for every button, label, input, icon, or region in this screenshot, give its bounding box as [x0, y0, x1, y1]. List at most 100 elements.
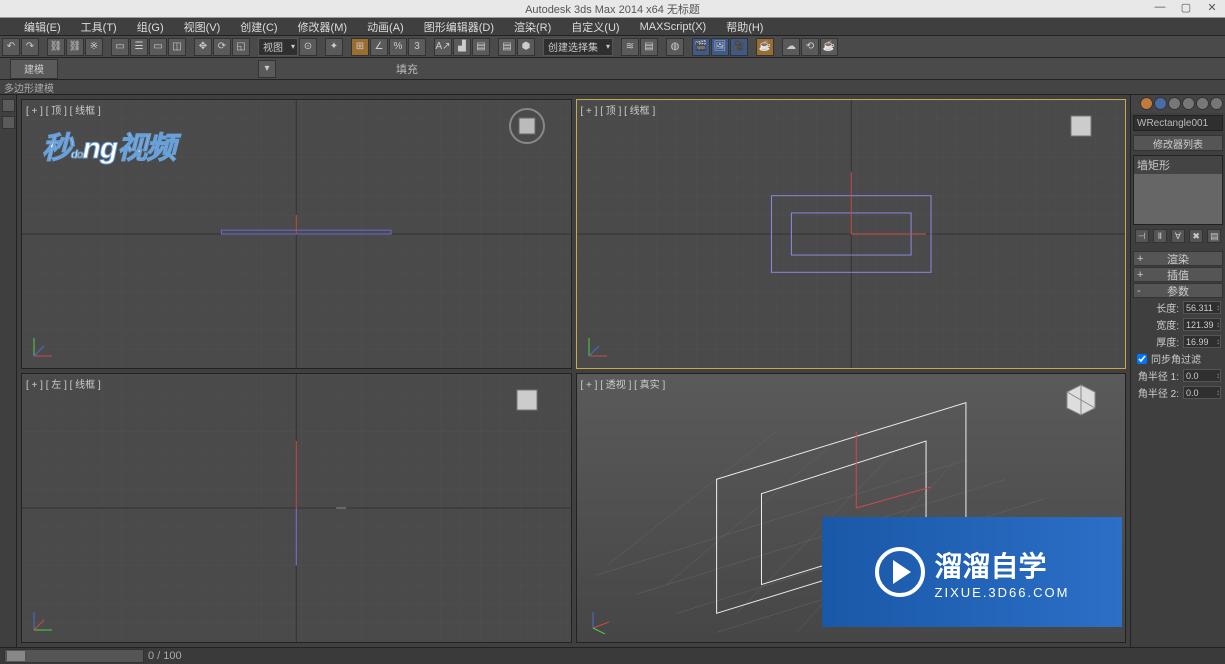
radius1-spinner[interactable]: 0.0 [1183, 369, 1221, 382]
percent-snap-button[interactable]: % [389, 38, 407, 56]
sync-corner-checkbox[interactable] [1137, 354, 1147, 364]
viewport-top-left[interactable]: [ + ] [ 顶 ] [ 线框 ] [21, 99, 572, 369]
make-unique-button[interactable]: ∀ [1171, 229, 1185, 243]
viewport-bottom-left[interactable]: [ + ] [ 左 ] [ 线框 ] [21, 373, 572, 643]
menu-maxscript[interactable]: MAXScript(X) [634, 20, 713, 34]
panel-tab-row [1131, 95, 1225, 113]
object-name-field[interactable]: WRectangle001 [1133, 115, 1223, 131]
maximize-button[interactable]: ▢ [1177, 0, 1195, 14]
axis-tripod-icon [30, 606, 58, 634]
viewport-label[interactable]: [ + ] [ 左 ] [ 线框 ] [26, 376, 101, 391]
pin-stack-button[interactable]: ⊣ [1135, 229, 1149, 243]
strip-btn-1[interactable] [2, 99, 15, 112]
window-crossing-button[interactable]: ◫ [168, 38, 186, 56]
thickness-spinner[interactable]: 16.99 [1183, 335, 1221, 348]
rollout-interp: +插值 [1133, 267, 1223, 282]
angle-snap-button[interactable]: ∠ [370, 38, 388, 56]
named-sel-dropdown[interactable]: 创建选择集 [543, 38, 613, 56]
menu-customize[interactable]: 自定义(U) [565, 18, 625, 36]
render-production-button[interactable]: 🎥 [730, 38, 748, 56]
display-tab-icon[interactable] [1196, 97, 1209, 110]
select-scale-button[interactable]: ◱ [232, 38, 250, 56]
use-pivot-button[interactable]: ⊙ [299, 38, 317, 56]
modifier-item[interactable]: 墙矩形 [1134, 156, 1222, 174]
material-editor-button[interactable]: ◍ [666, 38, 684, 56]
strip-btn-2[interactable] [2, 116, 15, 129]
viewcube-icon[interactable] [507, 380, 547, 420]
select-name-button[interactable]: ☰ [130, 38, 148, 56]
viewport-top-right[interactable]: [ + ] [ 顶 ] [ 线框 ] [576, 99, 1127, 369]
viewcube-icon[interactable] [1061, 106, 1101, 146]
ribbon-group-fill: 填充 [396, 61, 418, 77]
menu-modifiers[interactable]: 修改器(M) [292, 18, 354, 36]
rendered-frame-button[interactable]: 🖼 [711, 38, 729, 56]
play-icon [875, 547, 925, 597]
menubar: 编辑(E) 工具(T) 组(G) 视图(V) 创建(C) 修改器(M) 动画(A… [0, 18, 1225, 36]
motion-tab-icon[interactable] [1182, 97, 1195, 110]
snap-toggle-button[interactable]: ⊞ [351, 38, 369, 56]
graphite-button[interactable]: ⬢ [517, 38, 535, 56]
viewcube-icon[interactable] [1061, 380, 1101, 420]
mirror-button[interactable]: ▟ [453, 38, 471, 56]
align-button[interactable]: ▤ [472, 38, 490, 56]
ribbon-tab-modeling[interactable]: 建模 [10, 59, 58, 79]
menu-tools[interactable]: 工具(T) [75, 18, 123, 36]
schematic-view-button[interactable]: ▤ [640, 38, 658, 56]
configure-button[interactable]: ▤ [1207, 229, 1221, 243]
radius2-spinner[interactable]: 0.0 [1183, 386, 1221, 399]
width-spinner[interactable]: 121.39 [1183, 318, 1221, 331]
edit-named-sel-button[interactable]: A↗ [434, 38, 452, 56]
menu-anim[interactable]: 动画(A) [361, 18, 410, 36]
autodesk360-button[interactable]: ☁ [782, 38, 800, 56]
sync-button[interactable]: ⟲ [801, 38, 819, 56]
reference-coord-dropdown[interactable]: 视图 [258, 38, 298, 56]
select-object-button[interactable]: ▭ [111, 38, 129, 56]
viewport-label[interactable]: [ + ] [ 顶 ] [ 线框 ] [581, 102, 656, 117]
minimize-button[interactable]: — [1151, 0, 1169, 14]
axis-tripod-icon [585, 606, 613, 634]
layer-manager-button[interactable]: ▤ [498, 38, 516, 56]
command-panel: WRectangle001 修改器列表 墙矩形 ⊣ Ⅱ ∀ ✖ ▤ +渲染 +插… [1130, 95, 1225, 647]
menu-grapheditors[interactable]: 图形编辑器(D) [418, 18, 500, 36]
viewport-label[interactable]: [ + ] [ 顶 ] [ 线框 ] [26, 102, 101, 117]
menu-create[interactable]: 创建(C) [234, 18, 283, 36]
select-manipulate-button[interactable]: ✦ [325, 38, 343, 56]
create-tab-icon[interactable] [1140, 97, 1153, 110]
redo-button[interactable]: ↷ [21, 38, 39, 56]
utilities-tab-icon[interactable] [1210, 97, 1223, 110]
time-slider[interactable] [4, 649, 144, 663]
sync-corner-label: 同步角过滤 [1151, 351, 1201, 366]
menu-edit[interactable]: 编辑(E) [18, 18, 67, 36]
spinner-snap-button[interactable]: 3 [408, 38, 426, 56]
render-setup-button[interactable]: 🎬 [692, 38, 710, 56]
viewcube-icon[interactable] [507, 106, 547, 146]
select-rotate-button[interactable]: ⟳ [213, 38, 231, 56]
bind-space-warp-button[interactable]: ※ [85, 38, 103, 56]
render-online-button[interactable]: ☕ [820, 38, 838, 56]
unlink-button[interactable]: ⛓ [66, 38, 84, 56]
close-button[interactable]: ✕ [1203, 0, 1221, 14]
show-result-button[interactable]: Ⅱ [1153, 229, 1167, 243]
menu-help[interactable]: 帮助(H) [720, 18, 769, 36]
modifier-stack[interactable]: 墙矩形 [1133, 155, 1223, 225]
select-region-button[interactable]: ▭ [149, 38, 167, 56]
remove-mod-button[interactable]: ✖ [1189, 229, 1203, 243]
modifier-list-header[interactable]: 修改器列表 [1133, 135, 1223, 151]
graphite-sub-bar: 多边形建模 [0, 80, 1225, 95]
modify-tab-icon[interactable] [1154, 97, 1167, 110]
length-label: 长度: [1156, 300, 1179, 315]
ribbon-icon[interactable]: ▾ [258, 60, 276, 78]
select-move-button[interactable]: ✥ [194, 38, 212, 56]
undo-button[interactable]: ↶ [2, 38, 20, 56]
render-iterative-button[interactable]: ☕ [756, 38, 774, 56]
link-button[interactable]: ⛓ [47, 38, 65, 56]
radius2-label: 角半径 2: [1138, 385, 1179, 400]
viewport-label[interactable]: [ + ] [ 透视 ] [ 真实 ] [581, 376, 666, 391]
menu-render[interactable]: 渲染(R) [508, 18, 557, 36]
hierarchy-tab-icon[interactable] [1168, 97, 1181, 110]
rollout-params: -参数 [1133, 283, 1223, 298]
length-spinner[interactable]: 56.311 [1183, 301, 1221, 314]
menu-view[interactable]: 视图(V) [178, 18, 227, 36]
menu-group[interactable]: 组(G) [131, 18, 170, 36]
curve-editor-button[interactable]: ≋ [621, 38, 639, 56]
